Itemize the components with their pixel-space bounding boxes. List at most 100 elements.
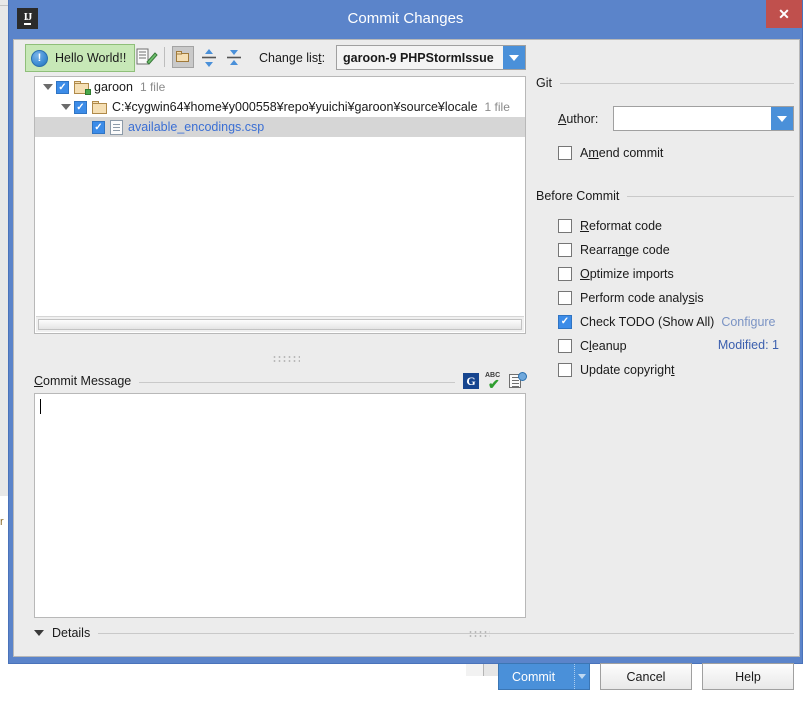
option-row-update-copyright[interactable]: Update copyright: [558, 358, 794, 382]
hello-world-notification[interactable]: ! Hello World!!: [25, 44, 135, 72]
author-row: Author:: [558, 106, 794, 131]
tree-horizontal-scrollbar[interactable]: [36, 316, 524, 332]
cancel-button[interactable]: Cancel: [600, 663, 692, 690]
label-mnemonic: t: [671, 363, 674, 377]
amend-commit-label: Amend commit: [580, 146, 663, 160]
commit-dropdown-arrow-icon[interactable]: [574, 664, 589, 689]
label-pre: Perform code analy: [580, 291, 688, 305]
commit-button[interactable]: Commit: [498, 663, 590, 690]
dialog-title: Commit Changes: [9, 10, 802, 27]
chevron-down-icon: [34, 630, 44, 636]
changelist-combobox[interactable]: garoon-9 PHPStormIssue: [336, 45, 526, 70]
optimize-imports-label: Optimize imports: [580, 267, 674, 281]
label-post: ge code: [625, 243, 669, 257]
tree-row-checkbox[interactable]: ✓: [74, 101, 87, 114]
close-icon[interactable]: ✕: [766, 0, 802, 28]
commit-message-icons: G ABC✔: [463, 373, 526, 390]
expand-all-icon[interactable]: [200, 48, 220, 68]
label-post: ptimize imports: [590, 267, 674, 281]
tree-row[interactable]: ✓garoon1 file: [35, 77, 525, 97]
message-history-icon[interactable]: [509, 373, 526, 389]
tree-row-checkbox[interactable]: ✓: [92, 121, 105, 134]
text-caret: [40, 399, 41, 414]
cleanup-label: Cleanup: [580, 339, 627, 353]
group-divider: [627, 196, 794, 197]
git-group-header: Git: [536, 76, 794, 90]
label-pre: Rearra: [580, 243, 618, 257]
changelist-value: garoon-9 PHPStormIssue: [337, 51, 503, 65]
tree-row-label: available_encodings.csp: [128, 120, 264, 134]
before-commit-title: Before Commit: [536, 189, 619, 203]
dialog-titlebar: IJ Commit Changes ✕: [9, 0, 802, 39]
before-commit-options-list: Reformat codeRearrange codeOptimize impo…: [558, 214, 794, 382]
option-row-reformat-code[interactable]: Reformat code: [558, 214, 794, 238]
label-mnemonic: O: [580, 267, 590, 281]
amend-commit-checkbox[interactable]: [558, 146, 572, 160]
reformat-code-checkbox[interactable]: [558, 219, 572, 233]
perform-code-analysis-checkbox[interactable]: [558, 291, 572, 305]
chevron-down-icon[interactable]: [41, 81, 54, 94]
perform-code-analysis-label: Perform code analysis: [580, 291, 704, 305]
option-row-perform-code-analysis[interactable]: Perform code analysis: [558, 286, 794, 310]
option-row-cleanup[interactable]: Cleanup: [558, 334, 794, 358]
label-post: eanup: [592, 339, 627, 353]
check-todo-label: Check TODO (Show All): [580, 315, 714, 329]
diff-icon[interactable]: [136, 47, 158, 67]
help-button[interactable]: Help: [702, 663, 794, 690]
folder-changelist-icon: [74, 81, 90, 94]
author-label: Author:: [558, 112, 613, 126]
tree-row-count: 1 file: [140, 80, 165, 94]
grammar-g-icon[interactable]: G: [463, 373, 479, 389]
toolbar-separator: [164, 47, 165, 67]
changed-files-tree[interactable]: ✓garoon1 file✓C:¥cygwin64¥home¥y000558¥r…: [34, 76, 526, 334]
check-todo-checkbox[interactable]: ✓: [558, 315, 572, 329]
folder-icon: [92, 101, 108, 114]
amend-commit-checkbox-row[interactable]: Amend commit: [558, 141, 794, 165]
label-post: eformat code: [589, 219, 662, 233]
commit-message-header: Commit Message G ABC✔: [34, 371, 526, 391]
option-row-optimize-imports[interactable]: Optimize imports: [558, 262, 794, 286]
commit-message-label: Commit Message: [34, 374, 131, 388]
tree-row[interactable]: ✓ available_encodings.csp: [35, 117, 525, 137]
collapse-all-icon[interactable]: [225, 48, 245, 68]
scrollbar-thumb[interactable]: [38, 319, 522, 330]
changes-toolbar: ! Hello World!!: [14, 40, 526, 74]
configure-link[interactable]: Configure: [721, 315, 775, 329]
author-input[interactable]: [613, 106, 794, 131]
commit-options-panel: Git Author: Amend commit Before Commit: [536, 76, 794, 616]
label-pre: Check TODO (Show All): [580, 315, 714, 329]
dialog-body: ! Hello World!!: [13, 39, 800, 657]
spellcheck-abc-icon[interactable]: ABC✔: [485, 373, 503, 390]
rearrange-code-checkbox[interactable]: [558, 243, 572, 257]
tree-row-checkbox[interactable]: ✓: [56, 81, 69, 94]
commit-message-input[interactable]: [34, 393, 526, 618]
details-splitter-handle[interactable]: [468, 630, 490, 637]
update-copyright-label: Update copyright: [580, 363, 675, 377]
details-divider: [98, 633, 794, 634]
details-section-toggle[interactable]: Details: [34, 625, 794, 641]
chevron-down-icon[interactable]: [503, 46, 525, 69]
git-group-title: Git: [536, 76, 552, 90]
tree-row[interactable]: ✓ C:¥cygwin64¥home¥y000558¥repo¥yuichi¥ga…: [35, 97, 525, 117]
optimize-imports-checkbox[interactable]: [558, 267, 572, 281]
label-pre: C: [580, 339, 589, 353]
tree-row-count: 1 file: [485, 100, 510, 114]
tree-row-label: C:¥cygwin64¥home¥y000558¥repo¥yuichi¥gar…: [112, 100, 478, 114]
cleanup-checkbox[interactable]: [558, 339, 572, 353]
group-divider: [560, 83, 794, 84]
changelist-label: Change list:: [259, 51, 325, 65]
chevron-down-icon[interactable]: [771, 107, 793, 130]
dialog-footer: Commit Cancel Help: [14, 645, 801, 705]
commit-changes-dialog: IJ Commit Changes ✕ ! Hello World!!: [8, 0, 803, 664]
label-post: is: [695, 291, 704, 305]
chevron-down-icon[interactable]: [59, 101, 72, 114]
group-by-directory-icon[interactable]: [172, 46, 194, 68]
splitter-handle[interactable]: [272, 355, 300, 363]
info-circle-icon: !: [31, 50, 48, 67]
option-row-check-todo[interactable]: ✓ Check TODO (Show All) Configure: [558, 310, 794, 334]
update-copyright-checkbox[interactable]: [558, 363, 572, 377]
tree-rows-container: ✓garoon1 file✓C:¥cygwin64¥home¥y000558¥r…: [35, 77, 525, 315]
label-pre: Update copyrigh: [580, 363, 671, 377]
label-mnemonic: R: [580, 219, 589, 233]
option-row-rearrange-code[interactable]: Rearrange code: [558, 238, 794, 262]
